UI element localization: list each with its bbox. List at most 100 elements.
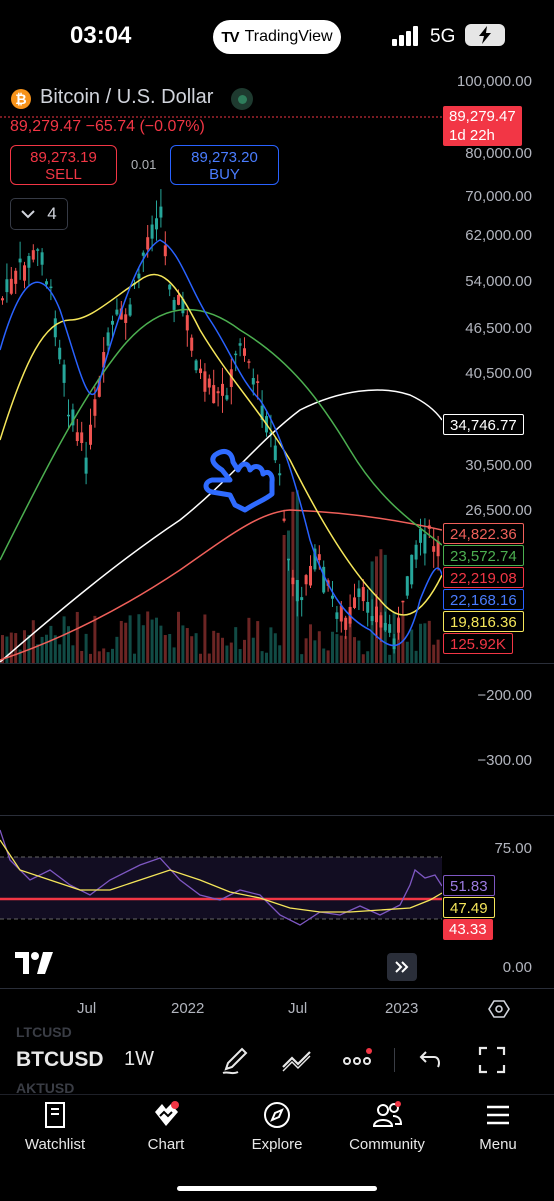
volume-bar xyxy=(181,625,185,663)
volume-bar xyxy=(163,635,167,663)
volume-bar xyxy=(150,619,154,663)
axis-label: 30,500.00 xyxy=(465,457,532,474)
volume-bar xyxy=(229,642,233,663)
hand-annotation xyxy=(203,449,275,513)
candle-body xyxy=(234,353,238,356)
rsi-ma-tag: 47.49 xyxy=(443,897,495,918)
volume-bar xyxy=(146,611,150,663)
volume-bar xyxy=(304,638,308,663)
candle-body xyxy=(322,566,326,593)
candle-body xyxy=(366,601,370,613)
candle-body xyxy=(225,395,229,400)
volume-bar xyxy=(93,615,97,663)
volume-bar xyxy=(128,615,132,663)
volume-bar xyxy=(282,534,286,663)
volume-bar xyxy=(432,644,436,663)
scroll-to-realtime-button[interactable] xyxy=(387,953,417,981)
volume-bar xyxy=(111,648,114,663)
volume-bar xyxy=(89,653,92,663)
candle-body xyxy=(361,587,365,602)
volume-bar xyxy=(225,645,229,663)
candle-body xyxy=(9,278,13,294)
undo-icon[interactable] xyxy=(414,1043,448,1077)
candlesticks xyxy=(1,189,440,654)
time-axis-label: 2022 xyxy=(171,1000,205,1017)
nav-watchlist[interactable]: Watchlist xyxy=(5,1100,105,1153)
volume-bars xyxy=(1,490,440,663)
candle-body xyxy=(185,315,189,331)
volume-bar xyxy=(75,611,79,663)
candle-body xyxy=(331,595,334,599)
candle-body xyxy=(23,265,26,281)
volume-bar xyxy=(49,625,53,663)
volume-bar xyxy=(309,624,312,663)
nav-chart[interactable]: Chart xyxy=(116,1100,216,1153)
volume-bar xyxy=(159,625,163,663)
candle-body xyxy=(357,588,361,597)
volume-bar xyxy=(405,641,409,663)
volume-bar xyxy=(194,633,198,663)
toolbar-divider xyxy=(394,1048,395,1072)
volume-bar xyxy=(423,623,427,663)
candle-body xyxy=(243,348,246,356)
volume-bar xyxy=(216,632,220,663)
fullscreen-icon[interactable] xyxy=(475,1043,509,1077)
nav-community[interactable]: Community xyxy=(337,1100,437,1153)
volume-bar xyxy=(190,636,194,663)
volume-bar xyxy=(119,620,123,663)
volume-bar xyxy=(348,622,352,663)
candle-body xyxy=(419,528,422,543)
candle-body xyxy=(137,273,141,279)
candle-body xyxy=(128,304,132,316)
candle-body xyxy=(388,624,392,633)
symbol-selector[interactable]: BTCUSD xyxy=(16,1048,104,1072)
candle-body xyxy=(423,534,427,554)
volume-bar xyxy=(414,650,418,663)
candle-body xyxy=(344,617,348,630)
tradingview-pill[interactable]: TV TradingView xyxy=(213,20,341,54)
ma-tag-red: 24,822.36 xyxy=(443,523,524,544)
chart-settings-icon[interactable] xyxy=(488,998,510,1020)
candle-body xyxy=(194,360,198,371)
volume-bar xyxy=(177,611,180,663)
candle-body xyxy=(335,612,339,619)
ma-tag-yellow: 19,816.36 xyxy=(443,611,524,632)
candle-body xyxy=(53,318,57,338)
volume-bar xyxy=(141,625,145,663)
volume-bar xyxy=(251,637,255,663)
axis-label: 40,500.00 xyxy=(465,365,532,382)
candle-body xyxy=(397,618,400,633)
tradingview-watermark-icon xyxy=(15,952,53,974)
ma-tag-green: 23,572.74 xyxy=(443,545,524,566)
volume-bar xyxy=(383,554,387,663)
rsi-level-tag: 43.33 xyxy=(443,919,493,940)
volume-bar xyxy=(84,633,88,663)
candle-body xyxy=(89,424,92,445)
trendline-icon[interactable] xyxy=(280,1043,314,1077)
signal-icon xyxy=(392,26,418,46)
volume-bar xyxy=(18,649,22,663)
price-chart[interactable] xyxy=(0,60,442,1020)
candle-body xyxy=(238,343,242,346)
volume-bar xyxy=(23,630,26,663)
volume-bar xyxy=(207,653,211,663)
candle-body xyxy=(40,252,44,265)
candle-body xyxy=(141,252,145,256)
nav-explore[interactable]: Explore xyxy=(227,1100,327,1153)
pen-icon[interactable] xyxy=(218,1043,252,1077)
candle-body xyxy=(58,347,62,360)
battery-icon xyxy=(465,24,505,46)
candle-body xyxy=(383,622,387,631)
volume-bar xyxy=(322,648,326,663)
candle-body xyxy=(353,597,356,608)
candle-body xyxy=(221,383,224,396)
volume-bar xyxy=(357,640,361,663)
more-icon[interactable] xyxy=(340,1043,374,1077)
volume-bar xyxy=(9,632,13,663)
candle-body xyxy=(405,576,409,596)
volume-bar xyxy=(97,651,101,663)
interval-selector[interactable]: 1W xyxy=(124,1048,154,1071)
volume-bar xyxy=(295,490,299,663)
candle-body xyxy=(287,558,290,561)
nav-menu[interactable]: Menu xyxy=(448,1100,548,1153)
